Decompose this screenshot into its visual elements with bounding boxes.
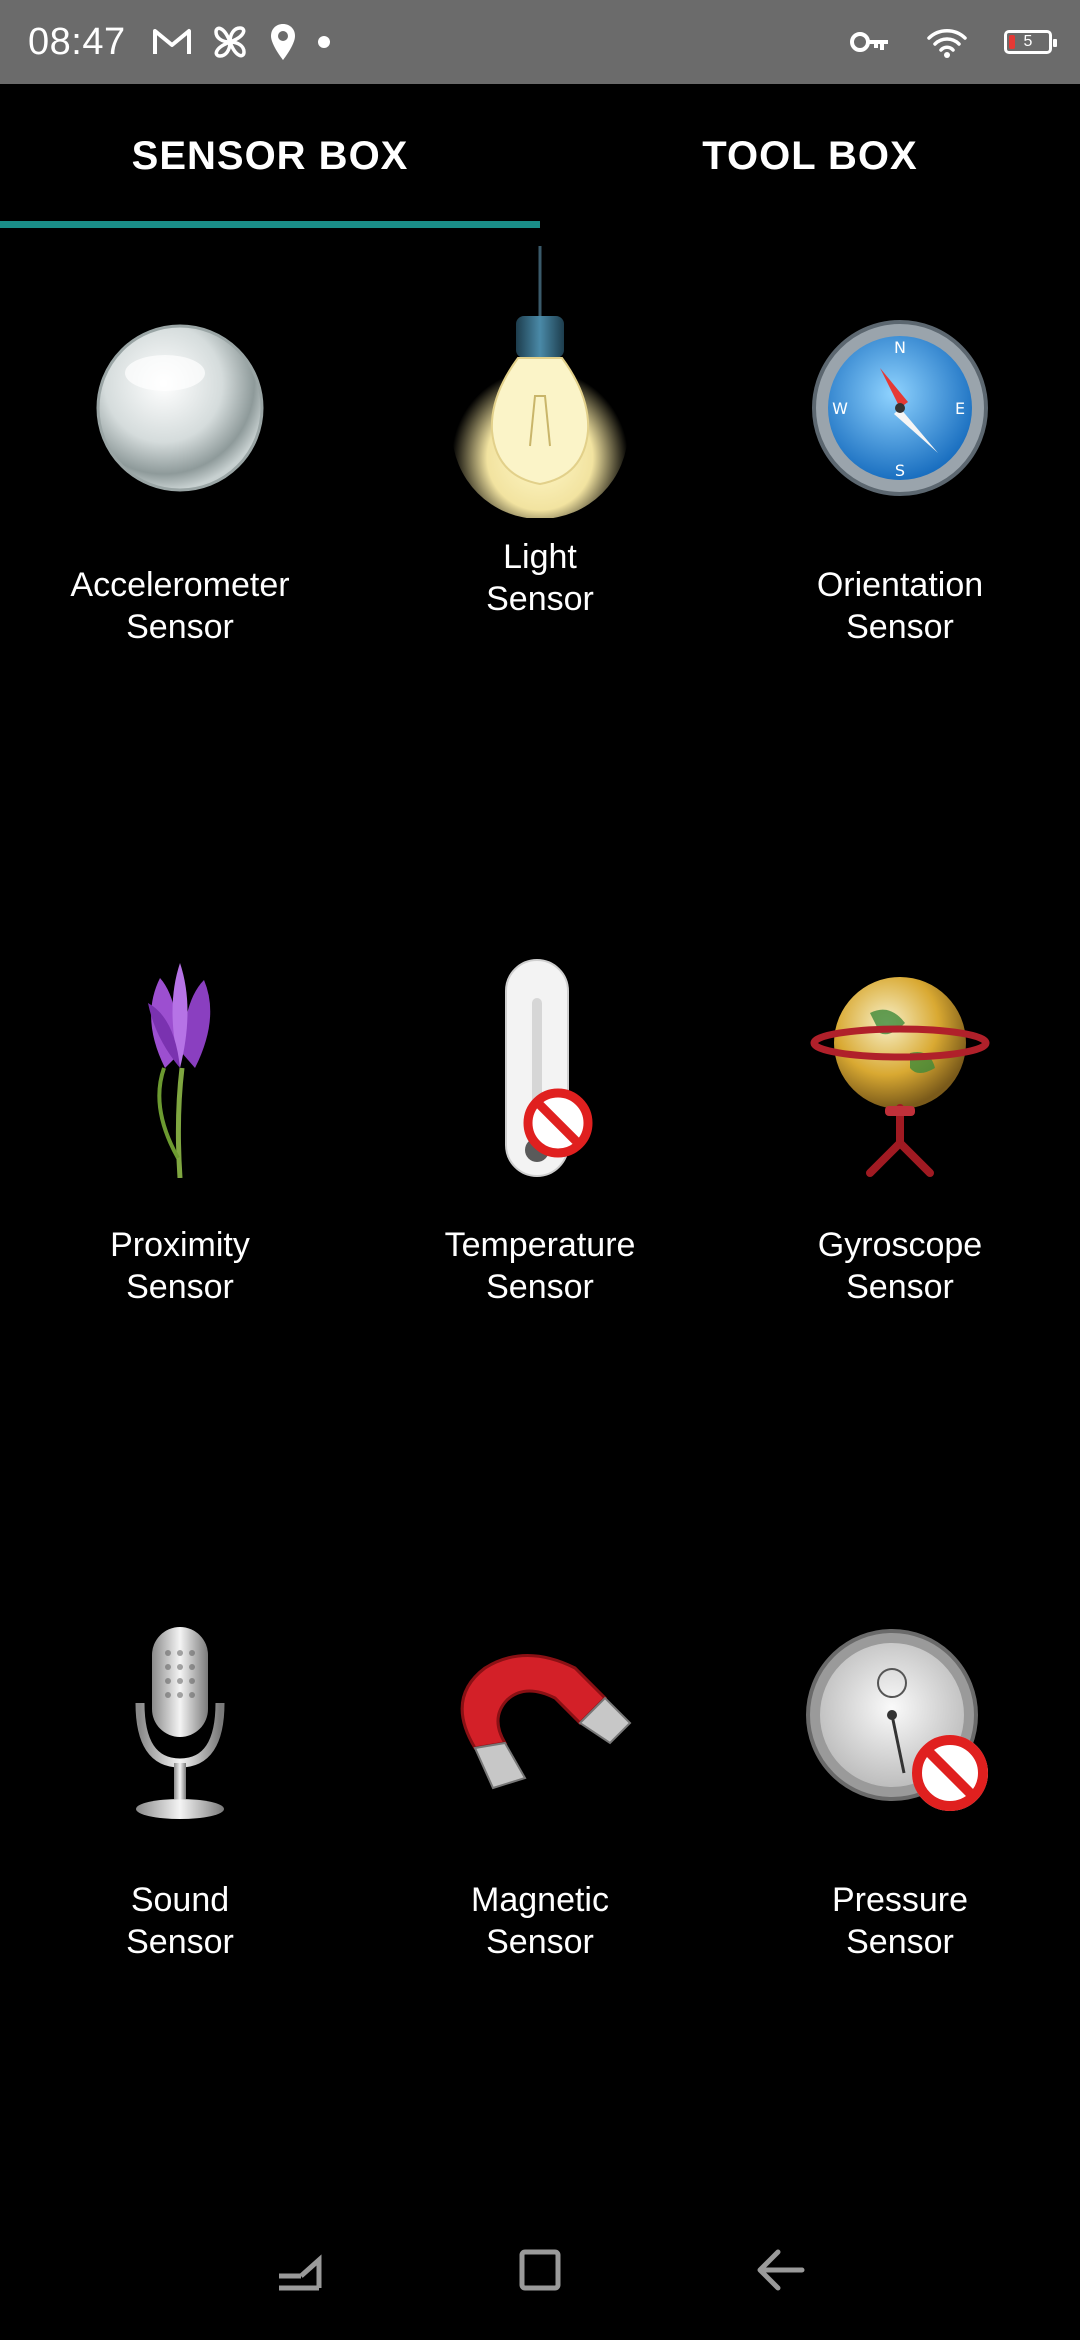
sensor-tile-light[interactable]: Light Sensor — [360, 228, 720, 788]
sensor-label: Light Sensor — [486, 538, 594, 618]
stopwatch-icon — [800, 1613, 1000, 1833]
light-bulb-icon — [440, 246, 640, 518]
system-nav-bar — [0, 2200, 1080, 2340]
sensor-tile-magnetic[interactable]: Magnetic Sensor — [360, 1543, 720, 2103]
svg-text:S: S — [895, 461, 905, 480]
globe-icon — [800, 958, 1000, 1178]
sensor-tile-pressure[interactable]: Pressure Sensor — [720, 1543, 1080, 2103]
sensor-label: Pressure Sensor — [831, 1881, 969, 1961]
sensor-tile-orientation[interactable]: N S W E Orientation Sensor — [720, 228, 1080, 788]
sensor-label: Orientation Sensor — [816, 566, 984, 646]
tab-sensor-box[interactable]: SENSOR BOX — [0, 84, 540, 228]
microphone-icon — [80, 1613, 280, 1833]
vpn-key-icon — [850, 29, 890, 55]
home-icon[interactable] — [500, 2230, 580, 2310]
battery-level: 5 — [1023, 33, 1033, 50]
wifi-icon — [926, 24, 968, 60]
unavailable-badge-icon — [523, 1088, 593, 1158]
notification-dot-icon — [316, 34, 332, 50]
tab-tool-box[interactable]: TOOL BOX — [540, 84, 1080, 228]
tab-bar: SENSOR BOX TOOL BOX — [0, 84, 1080, 228]
sensor-tile-proximity[interactable]: Proximity Sensor — [0, 888, 360, 1448]
sensor-tile-gyroscope[interactable]: Gyroscope Sensor — [720, 888, 1080, 1448]
sensor-label: Proximity Sensor — [110, 1226, 250, 1306]
sensor-label: Temperature Sensor — [444, 1226, 636, 1306]
magnet-icon — [440, 1613, 640, 1833]
thermometer-icon — [440, 958, 640, 1178]
status-bar: 08:47 5 — [0, 0, 1080, 84]
compass-icon: N S W E — [800, 298, 1000, 518]
unavailable-badge-icon — [912, 1735, 988, 1811]
gmail-icon — [152, 26, 192, 58]
pinwheel-icon — [210, 22, 250, 62]
battery-icon: 5 — [1004, 30, 1057, 54]
status-time: 08:47 — [28, 20, 126, 63]
back-icon[interactable] — [740, 2230, 820, 2310]
sensor-label: Magnetic Sensor — [471, 1881, 609, 1961]
svg-text:N: N — [894, 338, 906, 357]
sensor-tile-accelerometer[interactable]: Accelerometer Sensor — [0, 228, 360, 788]
location-icon — [268, 22, 298, 62]
sensor-label: Sound Sensor — [126, 1881, 234, 1961]
sensor-label: Accelerometer Sensor — [70, 566, 290, 646]
svg-text:W: W — [832, 399, 848, 418]
flower-icon — [80, 958, 280, 1178]
sensor-tile-temperature[interactable]: Temperature Sensor — [360, 888, 720, 1448]
glass-ball-icon — [80, 298, 280, 518]
svg-text:E: E — [955, 399, 965, 418]
recents-icon[interactable] — [260, 2230, 340, 2310]
sensor-label: Gyroscope Sensor — [817, 1226, 983, 1306]
selected-tab-indicator — [0, 221, 540, 228]
sensor-tile-sound[interactable]: Sound Sensor — [0, 1543, 360, 2103]
